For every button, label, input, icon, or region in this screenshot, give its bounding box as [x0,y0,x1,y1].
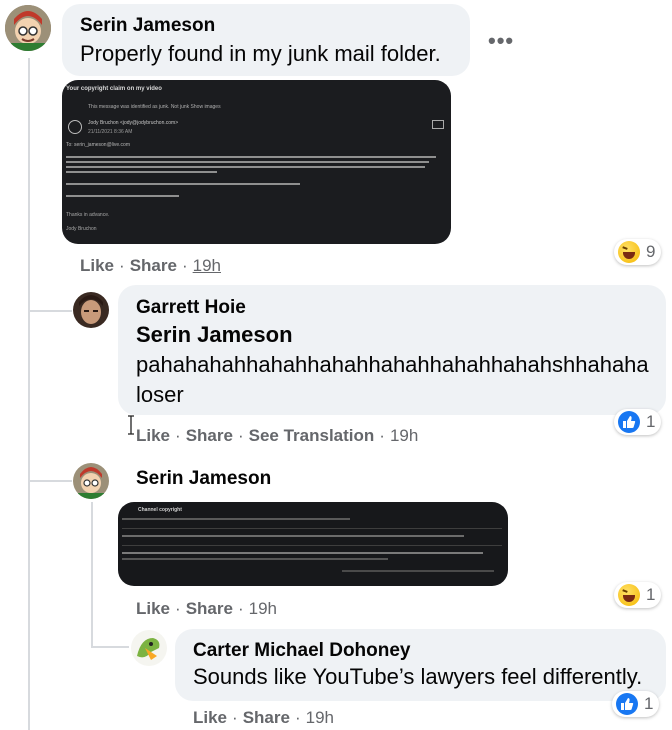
avatar[interactable] [73,463,109,499]
comment-author[interactable]: Serin Jameson [80,15,215,37]
share-button[interactable]: Share [243,708,290,727]
like-button[interactable]: Like [136,599,170,618]
recipient: To: serin_jameson@live.com [66,142,130,148]
reaction-count: 1 [646,412,656,431]
thread-branch [28,310,72,312]
comment-author[interactable]: Carter Michael Dohoney [193,640,411,662]
junk-note: This message was identified as junk. Not… [88,104,221,110]
comment-author[interactable]: Garrett Hoie [136,297,246,319]
sender-avatar-icon [68,120,82,134]
comment-actions: Like · Share · 19h [193,708,334,727]
timestamp[interactable]: 19h [249,599,277,618]
like-button[interactable]: Like [193,708,227,727]
reaction-count: 9 [646,242,656,261]
haha-reaction-icon [618,241,640,263]
thread-line [28,58,30,730]
email-screenshot-attachment[interactable]: Your copyright claim on my video This me… [62,80,451,244]
like-button[interactable]: Like [80,256,114,275]
like-reaction-icon [616,693,638,715]
comment-actions: Like · Share · 19h [136,599,277,618]
comment-text: Properly found in my junk mail folder. [80,41,441,66]
like-button[interactable]: Like [136,426,170,445]
share-button[interactable]: Share [186,599,233,618]
text-cursor-icon [128,415,134,435]
comment-actions: Like · Share · See Translation · 19h [136,426,419,445]
avatar[interactable] [131,630,167,666]
more-options-icon[interactable]: ••• [488,28,514,54]
mail-icon [432,120,444,129]
mention-link[interactable]: Serin Jameson [136,320,293,350]
haha-reaction-icon [618,584,640,606]
timestamp[interactable]: 19h [193,256,221,275]
avatar[interactable] [73,292,109,328]
thread-branch [91,646,129,648]
comment-text: pahahahahhahahhahahhahahhahahhahahshhaha… [136,352,649,377]
reaction-count: 1 [646,585,656,604]
share-button[interactable]: Share [130,256,177,275]
thread-branch [28,480,72,482]
signature: Jody Bruchon [66,226,97,232]
reaction-summary[interactable]: 1 [614,582,662,608]
reaction-count: 1 [644,694,654,713]
thread-line [91,502,93,648]
reaction-summary[interactable]: 9 [614,239,662,265]
timestamp[interactable]: 19h [306,708,334,727]
timestamp[interactable]: 19h [390,426,418,445]
attachment-heading: Your copyright claim on my video [66,86,162,92]
sent-date: 21/11/2021 8:36 AM [88,129,133,135]
reaction-summary[interactable]: 1 [612,691,660,717]
closing: Thanks in advance. [66,212,110,218]
comment-author[interactable]: Serin Jameson [136,468,271,490]
comment-text: Sounds like YouTube’s lawyers feel diffe… [193,664,643,689]
copyright-screenshot-attachment[interactable]: Channel copyright [118,502,508,586]
screenshot-table [122,518,502,572]
avatar[interactable] [5,5,51,51]
share-button[interactable]: Share [186,426,233,445]
email-body-lines [66,156,444,205]
reaction-summary[interactable]: 1 [614,409,662,435]
attachment-heading: Channel copyright [138,507,182,513]
sender: Jody Bruchon <jody@jodybruchon.com> [88,120,179,126]
like-reaction-icon [618,411,640,433]
comment-actions: Like · Share · 19h [80,256,221,275]
comment-text: loser [136,382,184,407]
see-translation-button[interactable]: See Translation [249,426,375,445]
